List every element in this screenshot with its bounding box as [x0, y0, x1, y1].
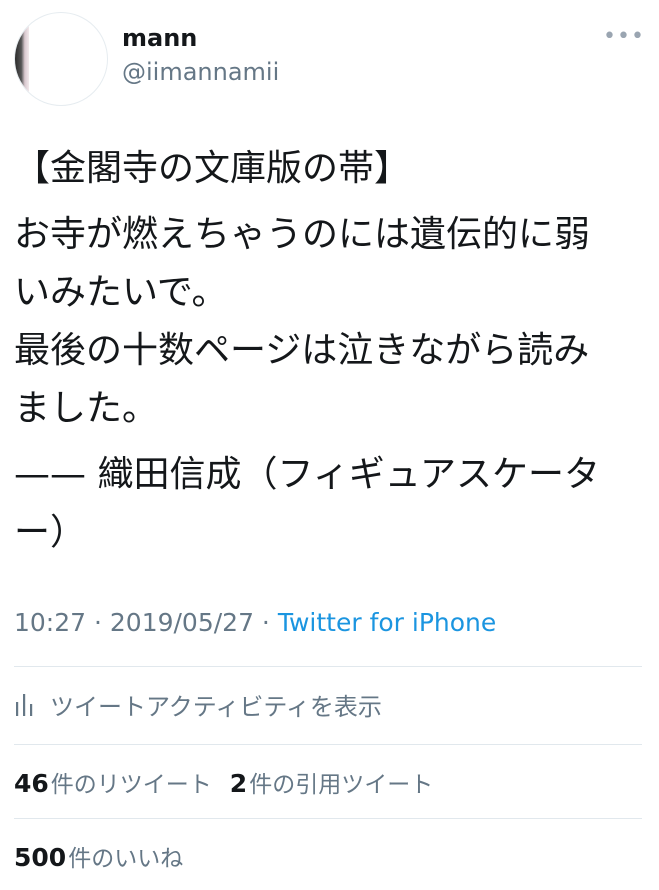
display-name[interactable]: mann [122, 24, 197, 52]
retweets-stat[interactable]: 46 件のリツイート [14, 765, 212, 799]
divider [14, 666, 642, 667]
likes-count: 500 [14, 843, 67, 872]
divider [14, 818, 642, 819]
bar-chart-icon [16, 694, 33, 716]
tweet-activity-link[interactable]: ツイートアクティビティを表示 [14, 668, 642, 740]
quote-tweets-stat[interactable]: 2 件の引用ツイート [230, 765, 433, 799]
tweet-time[interactable]: 10:27 [14, 608, 86, 637]
tweet-line: 【金閣寺の文庫版の帯】 [14, 148, 411, 189]
tweet-line: いみたいで。 [14, 272, 228, 313]
avatar[interactable] [14, 12, 108, 106]
likes-stats: 500 件のいいね [14, 822, 183, 890]
tweet-line: お寺が燃えちゃうのには遺伝的に弱 [14, 214, 591, 255]
tweet-date[interactable]: 2019/05/27 [110, 608, 254, 637]
meta-separator: · [86, 608, 110, 637]
tweet-header: mann @iimannamii ••• [0, 0, 659, 110]
tweet-line: 最後の十数ページは泣きながら読み [14, 330, 590, 371]
more-horizontal-icon: ••• [603, 24, 645, 49]
more-options-button[interactable]: ••• [603, 22, 645, 52]
tweet-line: ー） [14, 512, 87, 553]
tweet-line: ました。 [14, 388, 159, 429]
quote-tweets-label: 件の引用ツイート [249, 772, 434, 798]
tweet-activity-label: ツイートアクティビティを表示 [50, 692, 382, 721]
retweets-label: 件のリツイート [50, 772, 212, 798]
tweet-line: —— 織田信成（フィギュアスケータ [14, 454, 601, 495]
likes-stat[interactable]: 500 件のいいね [14, 839, 183, 873]
likes-label: 件のいいね [68, 846, 184, 872]
tweet-meta: 10:27 · 2019/05/27 · Twitter for iPhone [14, 608, 496, 637]
divider [14, 744, 642, 745]
engagement-stats: 46 件のリツイート 2 件の引用ツイート [14, 748, 433, 816]
retweets-count: 46 [14, 769, 49, 798]
tweet-source[interactable]: Twitter for iPhone [278, 608, 496, 637]
avatar-image [15, 13, 29, 105]
tweet-text: 【金閣寺の文庫版の帯】 お寺が燃えちゃうのには遺伝的に弱 いみたいで。 最後の十… [14, 140, 644, 562]
quote-tweets-count: 2 [229, 769, 248, 798]
user-handle[interactable]: @iimannamii [122, 58, 279, 86]
meta-separator: · [253, 608, 278, 637]
